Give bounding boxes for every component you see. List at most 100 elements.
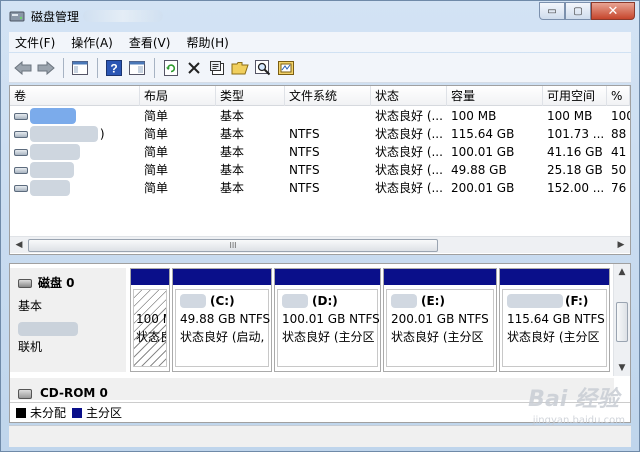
vertical-scrollbar[interactable]: ▲ ▼ <box>613 264 630 376</box>
partition-label-redaction <box>391 294 417 308</box>
volume-rows: 简单 基本 状态良好 (... 100 MB 100 MB 100 ) 简单 基… <box>10 107 630 197</box>
partition-strip: 100 M 状态良 (C:) 49.88 GB NTFS 状态良好 (启动, (… <box>130 268 614 372</box>
help-icon[interactable]: ? <box>104 58 124 78</box>
menu-view[interactable]: 查看(V) <box>129 34 171 51</box>
table-row[interactable]: 简单 基本 NTFS 状态良好 (... 200.01 GB 152.00 ..… <box>10 179 630 197</box>
percent-free-cell: 100 <box>611 109 630 123</box>
minimize-icon: ▭ <box>547 5 557 17</box>
status-cell: 状态良好 (... <box>375 181 443 195</box>
partition-body: (E:) 200.01 GB NTFS 状态良好 (主分区 <box>386 289 494 367</box>
partition-status: 状态良 <box>136 330 166 344</box>
percent-free-cell: 88 <box>611 127 627 141</box>
partition-body: (F:) 115.64 GB NTFS 状态良好 (主分区 <box>502 289 607 367</box>
partition-c[interactable]: (C:) 49.88 GB NTFS 状态良好 (启动, <box>172 268 272 372</box>
partition-f[interactable]: (F:) 115.64 GB NTFS 状态良好 (主分区 <box>499 268 610 372</box>
free-space-cell: 152.00 ... <box>547 181 605 195</box>
toolbar-separator <box>154 57 155 78</box>
partition-label-redaction <box>507 294 563 308</box>
column-free-space[interactable]: 可用空间 <box>543 86 607 106</box>
cdrom-icon <box>18 388 32 399</box>
partition-label-redaction <box>180 294 206 308</box>
partition-status: 状态良好 (启动, <box>180 330 265 344</box>
filesystem-cell <box>285 107 371 125</box>
column-percent-free[interactable]: % <box>607 86 630 106</box>
wizard-icon[interactable] <box>276 58 296 78</box>
watermark-url: jingyan.baidu.com <box>532 415 625 426</box>
disk-management-window: 磁盘管理 ▭ ▢ ✕ 文件(F) 操作(A) 查看(V) 帮助(H) ? 卷 布… <box>0 0 640 452</box>
scroll-left-icon[interactable]: ◀ <box>12 239 26 252</box>
partition-band <box>500 269 609 285</box>
layout-cell: 简单 <box>144 163 169 177</box>
percent-free-cell: 41 <box>611 145 627 159</box>
close-button[interactable]: ✕ <box>591 2 635 20</box>
volume-name-redaction <box>30 180 70 196</box>
legend-swatch <box>72 407 83 418</box>
layout-cell: 简单 <box>144 109 169 123</box>
table-row[interactable]: 简单 基本 NTFS 状态良好 (... 49.88 GB 25.18 GB 5… <box>10 161 630 179</box>
column-volume[interactable]: 卷 <box>10 86 140 106</box>
maximize-button[interactable]: ▢ <box>565 2 591 20</box>
open-folder-icon[interactable] <box>230 58 250 78</box>
volume-disk-icon <box>14 113 28 120</box>
table-row[interactable]: ) 简单 基本 NTFS 状态良好 (... 115.64 GB 101.73 … <box>10 125 630 143</box>
partition-band <box>384 269 496 285</box>
partition-band <box>131 269 169 285</box>
refresh-icon[interactable] <box>161 58 181 78</box>
properties-pane-icon[interactable] <box>127 58 147 78</box>
disk-management-app-icon <box>9 11 25 22</box>
legend-unallocated: 未分配 <box>16 404 66 421</box>
watermark: Bai 经验 <box>528 387 619 412</box>
scroll-up-icon[interactable]: ▲ <box>614 265 630 279</box>
status-cell: 状态良好 (... <box>375 109 443 123</box>
volume-name-redaction <box>30 144 80 160</box>
window-title: 磁盘管理 <box>31 10 80 24</box>
type-cell: 基本 <box>220 163 245 177</box>
close-icon: ✕ <box>607 3 619 19</box>
capacity-cell: 115.64 GB <box>451 127 515 141</box>
console-tree-icon[interactable] <box>70 58 90 78</box>
menu-file[interactable]: 文件(F) <box>15 34 55 51</box>
partition-system-reserved[interactable]: 100 M 状态良 <box>130 268 170 372</box>
volume-disk-icon <box>14 185 28 192</box>
column-type[interactable]: 类型 <box>216 86 285 106</box>
disk-0-label[interactable]: 磁盘 0 基本 联机 <box>10 268 126 372</box>
capacity-cell: 49.88 GB <box>451 163 507 177</box>
partition-e[interactable]: (E:) 200.01 GB NTFS 状态良好 (主分区 <box>383 268 497 372</box>
properties-icon[interactable] <box>207 58 227 78</box>
column-capacity[interactable]: 容量 <box>447 86 543 106</box>
partition-d[interactable]: (D:) 100.01 GB NTFS 状态良好 (主分区 <box>274 268 381 372</box>
type-cell: 基本 <box>220 127 245 141</box>
legend-label: 主分区 <box>86 406 123 420</box>
capacity-cell: 100.01 GB <box>451 145 515 159</box>
filesystem-cell: NTFS <box>289 163 320 177</box>
disk-type: 基本 <box>18 299 43 313</box>
type-cell: 基本 <box>220 181 245 195</box>
percent-free-cell: 76 <box>611 181 627 195</box>
free-space-cell: 101.73 ... <box>547 127 605 141</box>
partition-band <box>275 269 380 285</box>
table-row[interactable]: 简单 基本 状态良好 (... 100 MB 100 MB 100 <box>10 107 630 125</box>
back-arrow-icon[interactable] <box>13 58 33 78</box>
delete-icon[interactable] <box>184 58 204 78</box>
free-space-cell: 25.18 GB <box>547 163 603 177</box>
scroll-right-icon[interactable]: ▶ <box>614 239 628 252</box>
partition-body: (C:) 49.88 GB NTFS 状态良好 (启动, <box>175 289 270 367</box>
scrollbar-thumb[interactable] <box>616 302 628 342</box>
cdrom-0-label[interactable]: CD-ROM 0 <box>10 378 614 400</box>
column-layout[interactable]: 布局 <box>140 86 216 106</box>
forward-arrow-icon[interactable] <box>36 58 56 78</box>
free-space-cell: 100 MB <box>547 109 593 123</box>
search-icon[interactable] <box>253 58 273 78</box>
scrollbar-thumb[interactable]: III <box>28 239 438 252</box>
title-bar[interactable]: 磁盘管理 ▭ ▢ ✕ <box>1 1 639 31</box>
volume-list-header: 卷 布局 类型 文件系统 状态 容量 可用空间 % <box>10 86 630 106</box>
column-filesystem[interactable]: 文件系统 <box>285 86 371 106</box>
horizontal-scrollbar[interactable]: ◀ III ▶ <box>10 236 630 253</box>
menu-help[interactable]: 帮助(H) <box>186 34 228 51</box>
minimize-button[interactable]: ▭ <box>539 2 565 20</box>
column-status[interactable]: 状态 <box>371 86 447 106</box>
scroll-down-icon[interactable]: ▼ <box>614 361 630 375</box>
table-row[interactable]: 简单 基本 NTFS 状态良好 (... 100.01 GB 41.16 GB … <box>10 143 630 161</box>
menu-action[interactable]: 操作(A) <box>71 34 113 51</box>
layout-cell: 简单 <box>144 145 169 159</box>
